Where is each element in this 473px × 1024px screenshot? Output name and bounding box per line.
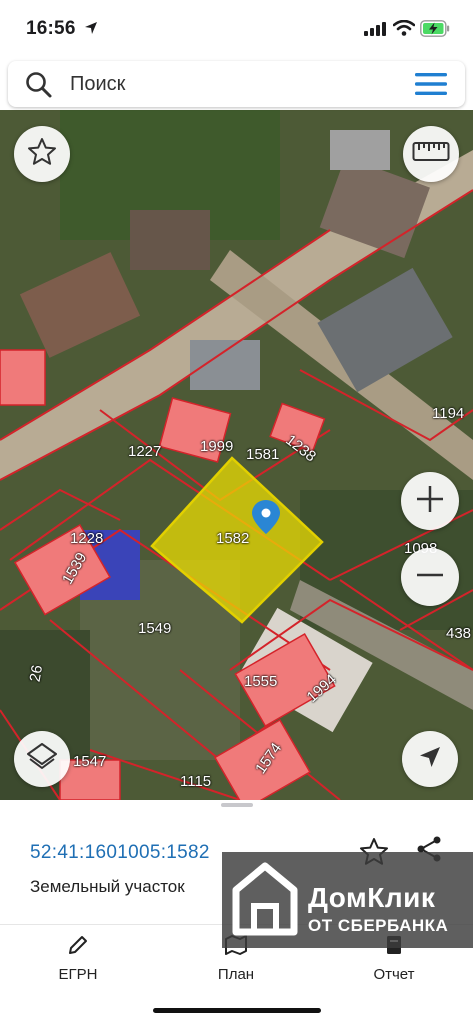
parcel-label[interactable]: 1228 bbox=[70, 530, 103, 547]
parcel-type-label: Земельный участок bbox=[30, 877, 185, 896]
tab-label: План bbox=[217, 966, 255, 983]
parcel-label[interactable]: 438 bbox=[446, 625, 471, 642]
status-bar: 16:56 bbox=[0, 0, 473, 58]
domclick-watermark: ДомКлик ОТ СБЕРБАНКА bbox=[222, 852, 473, 948]
tab-egrn[interactable]: ЕГРН bbox=[18, 933, 138, 983]
favorite-button[interactable] bbox=[14, 126, 70, 182]
cadastral-number-link[interactable]: 52:41:1601005:1582 bbox=[30, 842, 210, 864]
search-icon bbox=[24, 70, 54, 105]
parcel-label[interactable]: 1999 bbox=[200, 438, 233, 455]
map-canvas bbox=[0, 110, 473, 800]
minus-icon bbox=[415, 560, 445, 595]
location-arrow-icon bbox=[84, 21, 98, 40]
parcel-label[interactable]: 1549 bbox=[138, 620, 171, 637]
pencil-icon bbox=[18, 933, 138, 962]
parcel-label[interactable]: 26 bbox=[27, 664, 47, 683]
tab-label: ЕГРН bbox=[58, 966, 98, 983]
home-indicator bbox=[153, 1008, 321, 1013]
star-icon bbox=[26, 136, 58, 173]
selected-parcel-label[interactable]: 1582 bbox=[216, 530, 249, 547]
parcel-label[interactable]: 1194 bbox=[432, 405, 464, 422]
satellite-map[interactable]: 1999 1581 1238 1227 1582 1228 1539 1549 … bbox=[0, 110, 473, 800]
parcel-label[interactable]: 1547 bbox=[73, 753, 106, 770]
house-logo-icon bbox=[232, 862, 298, 941]
parcel-label[interactable]: 1581 bbox=[246, 446, 279, 463]
tab-label: Отчет bbox=[373, 966, 415, 983]
layers-icon bbox=[25, 740, 59, 779]
navigation-arrow-icon bbox=[417, 744, 443, 775]
wifi-icon bbox=[392, 19, 416, 41]
cellular-signal-icon bbox=[364, 22, 386, 41]
battery-charging-icon bbox=[420, 20, 450, 42]
parcel-label[interactable]: 1227 bbox=[128, 443, 161, 460]
watermark-title: ДомКлик bbox=[308, 882, 436, 913]
sheet-drag-handle[interactable] bbox=[221, 803, 253, 807]
hamburger-menu-icon[interactable] bbox=[414, 72, 448, 101]
zoom-in-button[interactable] bbox=[401, 472, 459, 530]
status-time: 16:56 bbox=[26, 18, 76, 39]
measure-button[interactable] bbox=[403, 126, 459, 182]
watermark-subtitle: ОТ СБЕРБАНКА bbox=[308, 916, 449, 935]
plus-icon bbox=[415, 484, 445, 519]
locate-me-button[interactable] bbox=[402, 731, 458, 787]
parcel-label[interactable]: 1115 bbox=[180, 773, 211, 790]
search-input[interactable]: Поиск bbox=[70, 73, 125, 96]
ruler-icon bbox=[412, 141, 450, 168]
layers-button[interactable] bbox=[14, 731, 70, 787]
search-bar[interactable]: Поиск bbox=[8, 61, 465, 107]
parcel-label[interactable]: 1555 bbox=[244, 673, 277, 690]
zoom-out-button[interactable] bbox=[401, 548, 459, 606]
